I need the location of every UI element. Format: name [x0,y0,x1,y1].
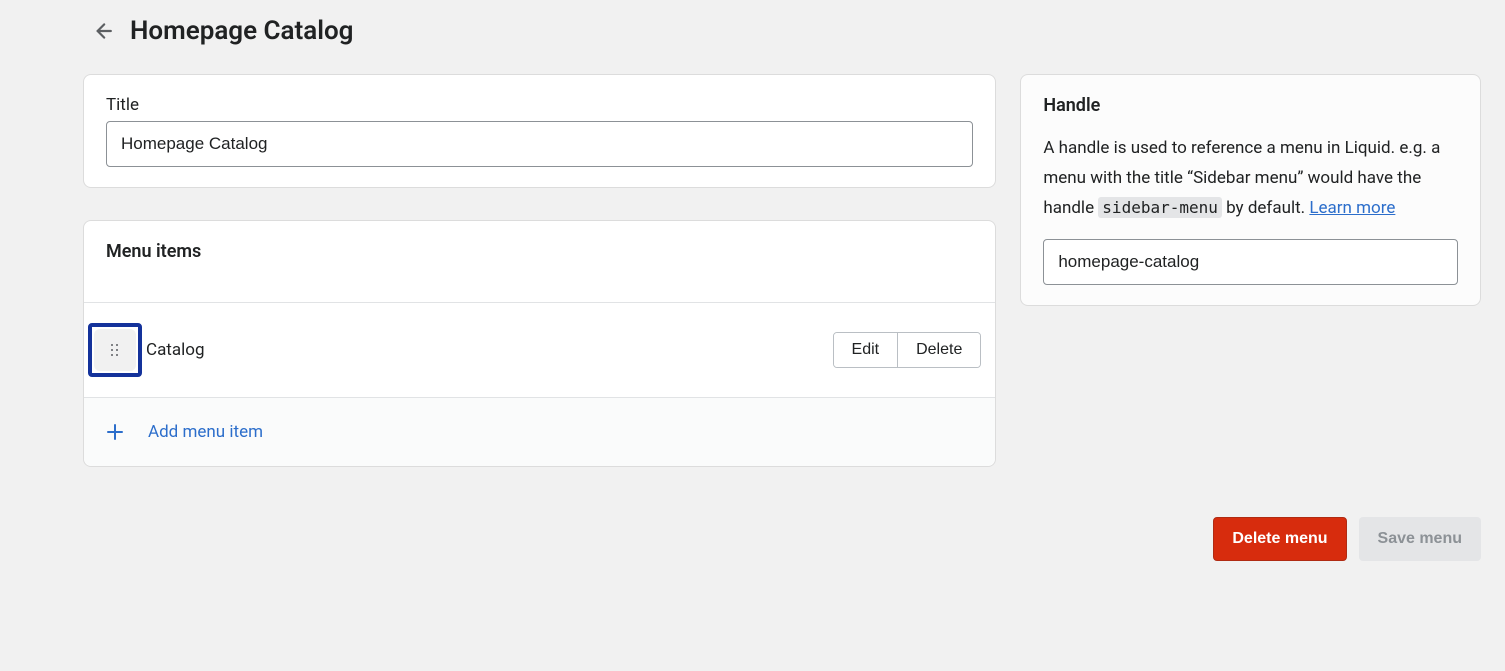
drag-handle-highlight [88,323,142,377]
handle-description: A handle is used to reference a menu in … [1043,134,1458,223]
page-footer: Delete menu Save menu [0,517,1505,561]
menu-items-card: Menu items Catalog Edit Delete [83,220,996,467]
page-title: Homepage Catalog [130,16,353,46]
handle-input[interactable] [1043,239,1458,285]
delete-menu-button[interactable]: Delete menu [1213,517,1346,561]
delete-button[interactable]: Delete [898,333,980,367]
handle-card: Handle A handle is used to reference a m… [1020,74,1481,306]
menu-item-label: Catalog [146,340,833,360]
page-header: Homepage Catalog [0,16,1505,46]
back-arrow-icon[interactable] [90,19,114,43]
handle-heading: Handle [1043,95,1458,134]
menu-item-row: Catalog Edit Delete [84,302,995,397]
title-input[interactable] [106,121,973,167]
handle-desc-text2: by default. [1222,198,1309,218]
menu-items-heading: Menu items [84,221,995,302]
title-label: Title [106,95,973,115]
edit-button[interactable]: Edit [834,333,899,367]
menu-item-actions: Edit Delete [833,332,982,368]
title-card: Title [83,74,996,188]
save-menu-button: Save menu [1359,517,1481,561]
handle-desc-code: sidebar-menu [1098,197,1222,218]
add-menu-item-button[interactable]: Add menu item [84,397,995,466]
drag-handle-icon[interactable] [94,329,136,371]
plus-icon [106,423,124,441]
learn-more-link[interactable]: Learn more [1309,198,1395,218]
add-menu-item-label: Add menu item [148,422,263,442]
drag-dots-icon [111,344,119,357]
